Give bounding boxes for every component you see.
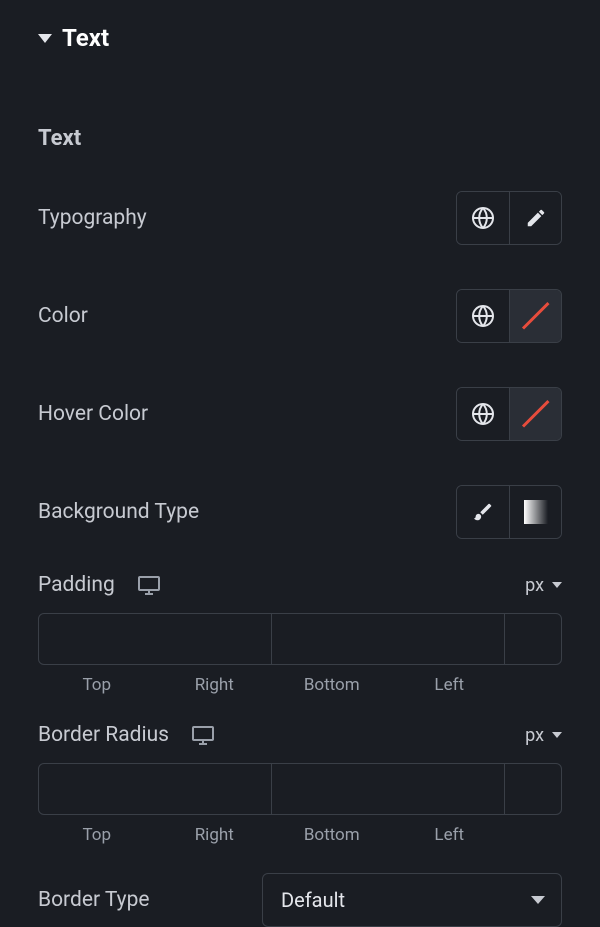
no-color-icon <box>521 399 551 429</box>
border-radius-right-input[interactable] <box>272 764 505 814</box>
typography-controls <box>456 191 562 245</box>
hover-color-globe-button[interactable] <box>457 388 509 440</box>
globe-icon <box>471 304 495 328</box>
globe-icon <box>471 402 495 426</box>
padding-right-input[interactable] <box>272 614 505 664</box>
hover-color-label: Hover Color <box>38 402 148 426</box>
border-radius-top-input[interactable] <box>39 764 272 814</box>
padding-section: Padding px Top Right Bot <box>38 573 562 695</box>
no-color-icon <box>521 301 551 331</box>
section-header[interactable]: Text <box>38 24 562 52</box>
background-type-controls <box>456 485 562 539</box>
border-radius-bottom-input[interactable] <box>505 764 562 814</box>
br-bottom-sublabel: Bottom <box>273 825 391 845</box>
border-radius-label: Border Radius <box>38 723 169 747</box>
padding-header: Padding px <box>38 573 562 597</box>
border-type-label: Border Type <box>38 888 150 912</box>
border-radius-section: Border Radius px Top Right <box>38 723 562 845</box>
color-controls <box>456 289 562 343</box>
border-type-value: Default <box>281 888 345 912</box>
background-type-label: Background Type <box>38 500 199 524</box>
padding-top-sublabel: Top <box>38 675 156 695</box>
color-row: Color <box>38 289 562 343</box>
caret-down-icon <box>38 34 52 43</box>
border-radius-header: Border Radius px <box>38 723 562 747</box>
subsection-title: Text <box>38 126 562 151</box>
border-type-row: Border Type Default <box>38 873 562 927</box>
border-type-select[interactable]: Default <box>262 873 562 927</box>
hover-color-swatch-button[interactable] <box>509 388 561 440</box>
padding-inputs <box>38 613 562 665</box>
chevron-down-icon <box>552 732 562 738</box>
globe-icon <box>471 206 495 230</box>
padding-unit-toggle[interactable]: px <box>525 575 562 596</box>
br-right-sublabel: Right <box>156 825 274 845</box>
padding-bottom-input[interactable] <box>505 614 562 664</box>
desktop-icon[interactable] <box>137 575 161 595</box>
padding-left-sublabel: Left <box>391 675 509 695</box>
br-left-sublabel: Left <box>391 825 509 845</box>
color-label: Color <box>38 304 88 328</box>
border-radius-sublabels: Top Right Bottom Left <box>38 825 562 845</box>
brush-icon <box>472 501 494 523</box>
background-gradient-button[interactable] <box>509 486 561 538</box>
chevron-down-icon <box>552 582 562 588</box>
pencil-icon <box>525 207 547 229</box>
br-top-sublabel: Top <box>38 825 156 845</box>
hover-color-controls <box>456 387 562 441</box>
color-globe-button[interactable] <box>457 290 509 342</box>
border-radius-unit: px <box>525 725 544 746</box>
border-radius-unit-toggle[interactable]: px <box>525 725 562 746</box>
gradient-icon <box>524 500 548 524</box>
typography-row: Typography <box>38 191 562 245</box>
chevron-down-icon <box>531 896 545 904</box>
section-title: Text <box>62 24 109 52</box>
padding-bottom-sublabel: Bottom <box>273 675 391 695</box>
padding-label: Padding <box>38 573 115 597</box>
style-panel: Text Text Typography Color <box>0 0 600 927</box>
typography-edit-button[interactable] <box>509 192 561 244</box>
padding-sublabels: Top Right Bottom Left <box>38 675 562 695</box>
desktop-icon[interactable] <box>191 725 215 745</box>
padding-top-input[interactable] <box>39 614 272 664</box>
border-radius-inputs <box>38 763 562 815</box>
color-swatch-button[interactable] <box>509 290 561 342</box>
typography-globe-button[interactable] <box>457 192 509 244</box>
hover-color-row: Hover Color <box>38 387 562 441</box>
padding-right-sublabel: Right <box>156 675 274 695</box>
typography-label: Typography <box>38 206 147 230</box>
background-classic-button[interactable] <box>457 486 509 538</box>
padding-unit: px <box>525 575 544 596</box>
background-type-row: Background Type <box>38 485 562 539</box>
